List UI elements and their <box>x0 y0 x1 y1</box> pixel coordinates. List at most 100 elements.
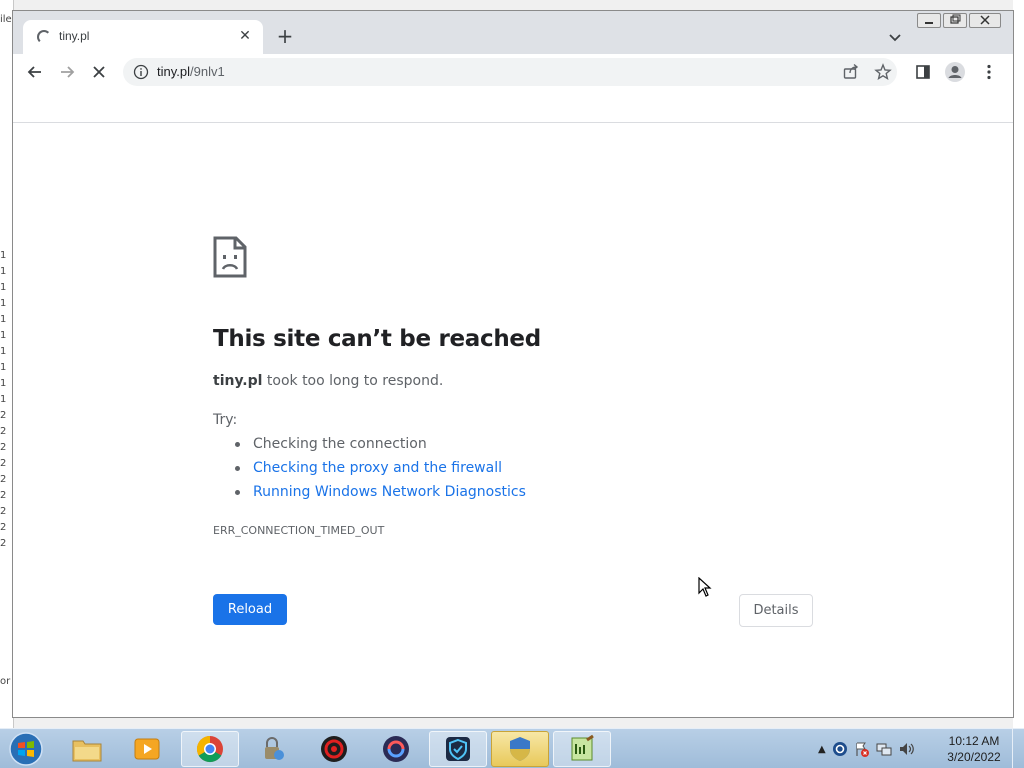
forward-arrow-icon <box>61 66 75 78</box>
error-host: tiny.pl <box>213 373 263 389</box>
loading-spinner-icon <box>37 30 51 44</box>
background-text: 1 <box>0 298 7 309</box>
media-player-icon <box>134 738 160 760</box>
suggestion-list: Checking the connection Checking the pro… <box>235 435 526 507</box>
close-window-button[interactable] <box>969 13 1001 28</box>
chrome-window: tiny.pl ✕ + tiny.pl/9nlv1 This site can’… <box>12 10 1014 718</box>
background-text: 1 <box>0 394 7 405</box>
shield-check-app-icon <box>446 737 470 761</box>
system-tray: ▲ <box>818 737 916 761</box>
taskbar-explorer[interactable] <box>58 731 116 767</box>
browser-toolbar: tiny.pl/9nlv1 <box>13 54 1013 90</box>
tray-expand-icon[interactable]: ▲ <box>818 744 826 755</box>
tab-search-button[interactable] <box>885 27 905 47</box>
taskbar-security-app[interactable] <box>243 731 301 767</box>
background-text: 1 <box>0 346 7 357</box>
error-description-text: took too long to respond. <box>262 373 444 389</box>
clock[interactable]: 10:12 AM 3/20/2022 <box>944 733 1004 765</box>
tab-strip: tiny.pl ✕ + <box>13 11 1013 54</box>
address-bar[interactable]: tiny.pl/9nlv1 <box>123 58 897 86</box>
suggestion-check-proxy-link[interactable]: Checking the proxy and the firewall <box>235 459 526 483</box>
taskbar-shield-app[interactable] <box>429 731 487 767</box>
back-button[interactable] <box>23 60 47 84</box>
share-icon <box>843 63 859 79</box>
background-text: 2 <box>0 522 7 533</box>
background-text: 1 <box>0 362 7 373</box>
error-title: This site can’t be reached <box>213 326 541 352</box>
share-button[interactable] <box>839 60 863 84</box>
star-icon <box>874 63 892 80</box>
background-text: 2 <box>0 442 7 453</box>
url-path: /9nlv1 <box>190 64 225 79</box>
background-text: ile <box>0 14 12 25</box>
error-code: ERR_CONNECTION_TIMED_OUT <box>213 524 385 537</box>
minimize-button[interactable] <box>917 13 941 28</box>
bookmark-button[interactable] <box>871 60 895 84</box>
url-host: tiny.pl <box>157 64 190 79</box>
chrome-icon <box>196 735 223 763</box>
taskbar-purple-app[interactable] <box>367 731 425 767</box>
try-label: Try: <box>213 412 238 428</box>
background-text: 2 <box>0 426 7 437</box>
background-text: 1 <box>0 266 7 277</box>
folder-icon <box>72 740 102 762</box>
error-page: This site can’t be reached tiny.pl took … <box>13 123 1013 717</box>
background-text: 2 <box>0 490 7 501</box>
info-icon[interactable] <box>133 64 149 80</box>
windows-start-icon <box>9 732 43 766</box>
taskbar-chrome[interactable] <box>181 731 239 767</box>
minimize-icon <box>925 22 933 24</box>
new-tab-button[interactable]: + <box>273 25 297 49</box>
suggestion-network-diagnostics-link[interactable]: Running Windows Network Diagnostics <box>235 483 526 507</box>
clock-time: 10:12 AM <box>948 734 1000 748</box>
profile-button[interactable] <box>943 60 967 84</box>
background-text: 1 <box>0 330 7 341</box>
tab-close-icon[interactable]: ✕ <box>235 26 255 46</box>
maximize-button[interactable] <box>943 13 967 28</box>
clock-date: 3/20/2022 <box>947 750 1001 764</box>
sad-page-icon <box>213 236 247 278</box>
taskbar: ▲ 10:12 AM 3/20/2022 <box>0 728 1024 768</box>
background-text: 2 <box>0 506 7 517</box>
taskbar-notepad-plus-plus[interactable] <box>553 731 611 767</box>
url-text: tiny.pl/9nlv1 <box>157 64 225 79</box>
show-desktop-button[interactable] <box>1012 729 1024 768</box>
profile-avatar-icon <box>945 62 965 82</box>
tab-title: tiny.pl <box>59 29 90 43</box>
volume-icon[interactable] <box>898 741 916 757</box>
close-icon <box>980 15 990 25</box>
background-text: 2 <box>0 474 7 485</box>
purple-app-icon <box>383 736 409 762</box>
back-arrow-icon <box>27 66 41 78</box>
background-text: 1 <box>0 314 7 325</box>
stop-loading-button[interactable] <box>87 60 111 84</box>
action-center-flag-icon[interactable] <box>854 741 870 757</box>
red-gear-app-icon <box>321 736 347 762</box>
side-panel-button[interactable] <box>911 60 935 84</box>
tray-blue-app-icon[interactable] <box>832 741 848 757</box>
forward-button[interactable] <box>55 60 79 84</box>
background-text: 1 <box>0 282 7 293</box>
start-button[interactable] <box>4 731 48 767</box>
lock-app-icon <box>265 737 284 760</box>
reload-button[interactable]: Reload <box>213 594 287 625</box>
background-text: 2 <box>0 538 7 549</box>
side-panel-icon <box>916 65 930 79</box>
background-text: 2 <box>0 458 7 469</box>
uac-shield-icon <box>510 737 530 761</box>
network-icon[interactable] <box>876 741 892 757</box>
mouse-cursor-icon <box>698 577 712 597</box>
suggestion-check-connection: Checking the connection <box>235 435 526 459</box>
taskbar-media-player[interactable] <box>118 731 176 767</box>
kebab-menu-icon <box>987 64 991 80</box>
restore-icon <box>950 14 961 24</box>
menu-button[interactable] <box>977 60 1001 84</box>
taskbar-uac-prompt[interactable] <box>491 731 549 767</box>
background-text: 1 <box>0 250 7 261</box>
taskbar-red-app[interactable] <box>305 731 363 767</box>
details-button[interactable]: Details <box>739 594 813 627</box>
background-text: 2 <box>0 410 7 421</box>
stop-icon <box>93 66 105 78</box>
background-text: 1 <box>0 378 7 389</box>
tab-active[interactable]: tiny.pl ✕ <box>23 20 263 54</box>
